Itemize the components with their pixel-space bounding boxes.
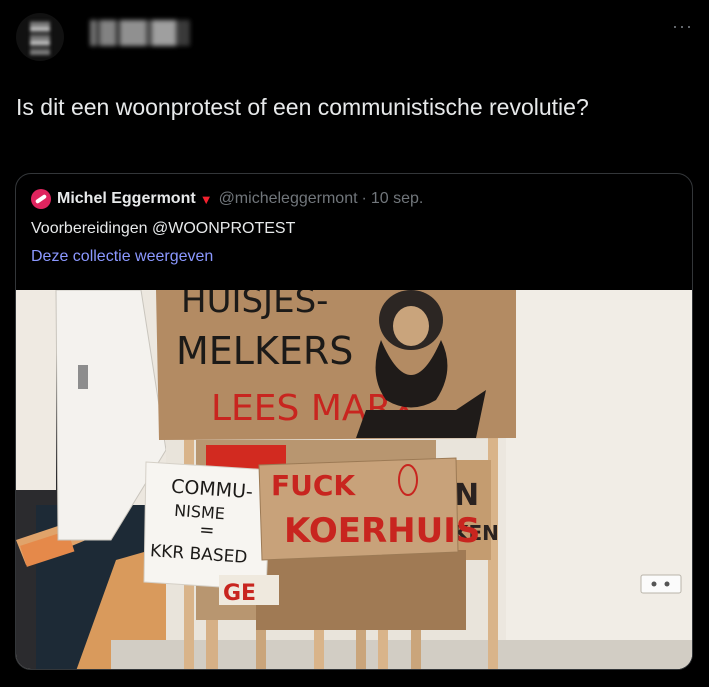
quoted-tweet-text: Voorbereidingen @WOONPROTEST xyxy=(31,220,296,237)
quoted-author-handle[interactable]: @micheleggermont xyxy=(219,190,358,208)
sign-right-text-1: N xyxy=(454,478,479,513)
verified-badge-icon: ▼ xyxy=(199,191,213,207)
quoted-tweet-header: Michel Eggermont ▼ @micheleggermont · 10… xyxy=(31,189,423,209)
sign-top-text-2: MELKERS xyxy=(176,329,353,373)
collection-link[interactable]: Deze collectie weergeven xyxy=(31,248,213,266)
quoted-tweet-date[interactable]: 10 sep. xyxy=(371,190,423,208)
quoted-author-avatar[interactable] xyxy=(31,189,51,209)
sign-center-text-2: KOERHUIS xyxy=(284,511,480,551)
more-options-icon[interactable]: ··· xyxy=(672,16,693,36)
sign-bottom-fragment: GE xyxy=(223,581,256,606)
quoted-tweet-card[interactable]: Michel Eggermont ▼ @micheleggermont · 10… xyxy=(15,173,693,670)
quoted-tweet-photo[interactable]: N KEN HUISJES- MELKERS LEES MARX COMMU- … xyxy=(16,290,692,669)
author-name-blurred[interactable] xyxy=(86,20,190,46)
sign-center-text-1: FUCK xyxy=(271,469,356,502)
sign-top-text-1: HUISJES- xyxy=(181,290,328,321)
quoted-author-name[interactable]: Michel Eggermont xyxy=(57,190,196,208)
tweet-text: Is dit een woonprotest of een communisti… xyxy=(16,94,589,120)
author-avatar[interactable] xyxy=(16,13,64,61)
header-separator: · xyxy=(361,190,367,207)
sign-left-text-3: = xyxy=(199,520,216,542)
